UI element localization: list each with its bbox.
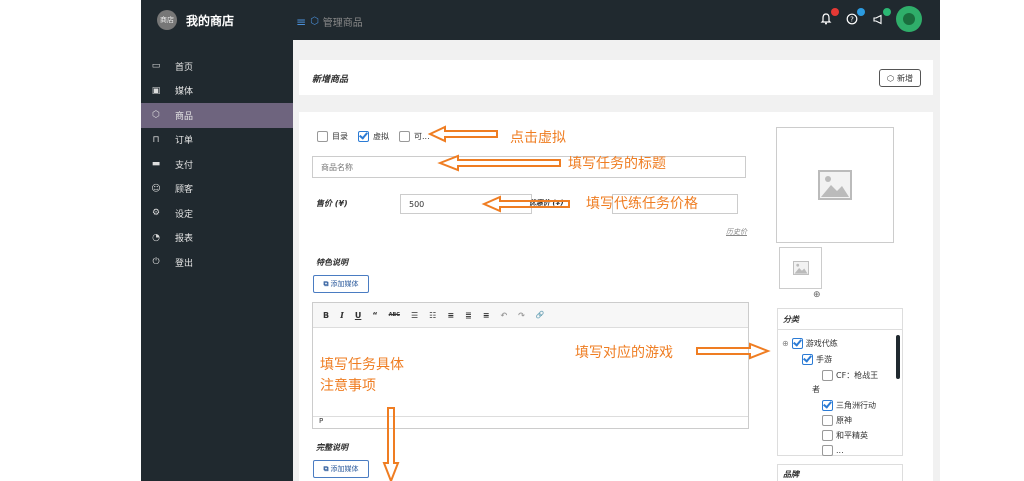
annotation-arrows — [382, 125, 771, 481]
arrow-title — [437, 154, 561, 172]
annotation-fill-title: 填写任务的标题 — [568, 156, 666, 172]
annotation-click-virtual: 点击虚拟 — [510, 130, 566, 146]
arrow-game — [696, 342, 771, 360]
annotation-fill-game: 填写对应的游戏 — [575, 345, 673, 361]
arrow-price — [481, 195, 570, 213]
arrow-virtual — [427, 125, 498, 143]
arrow-down — [382, 407, 400, 481]
annotation-fill-price: 填写代练任务价格 — [586, 196, 698, 212]
annotation-fill-details-2: 注意事项 — [320, 378, 376, 394]
annotation-fill-details-1: 填写任务具体 — [320, 357, 404, 373]
